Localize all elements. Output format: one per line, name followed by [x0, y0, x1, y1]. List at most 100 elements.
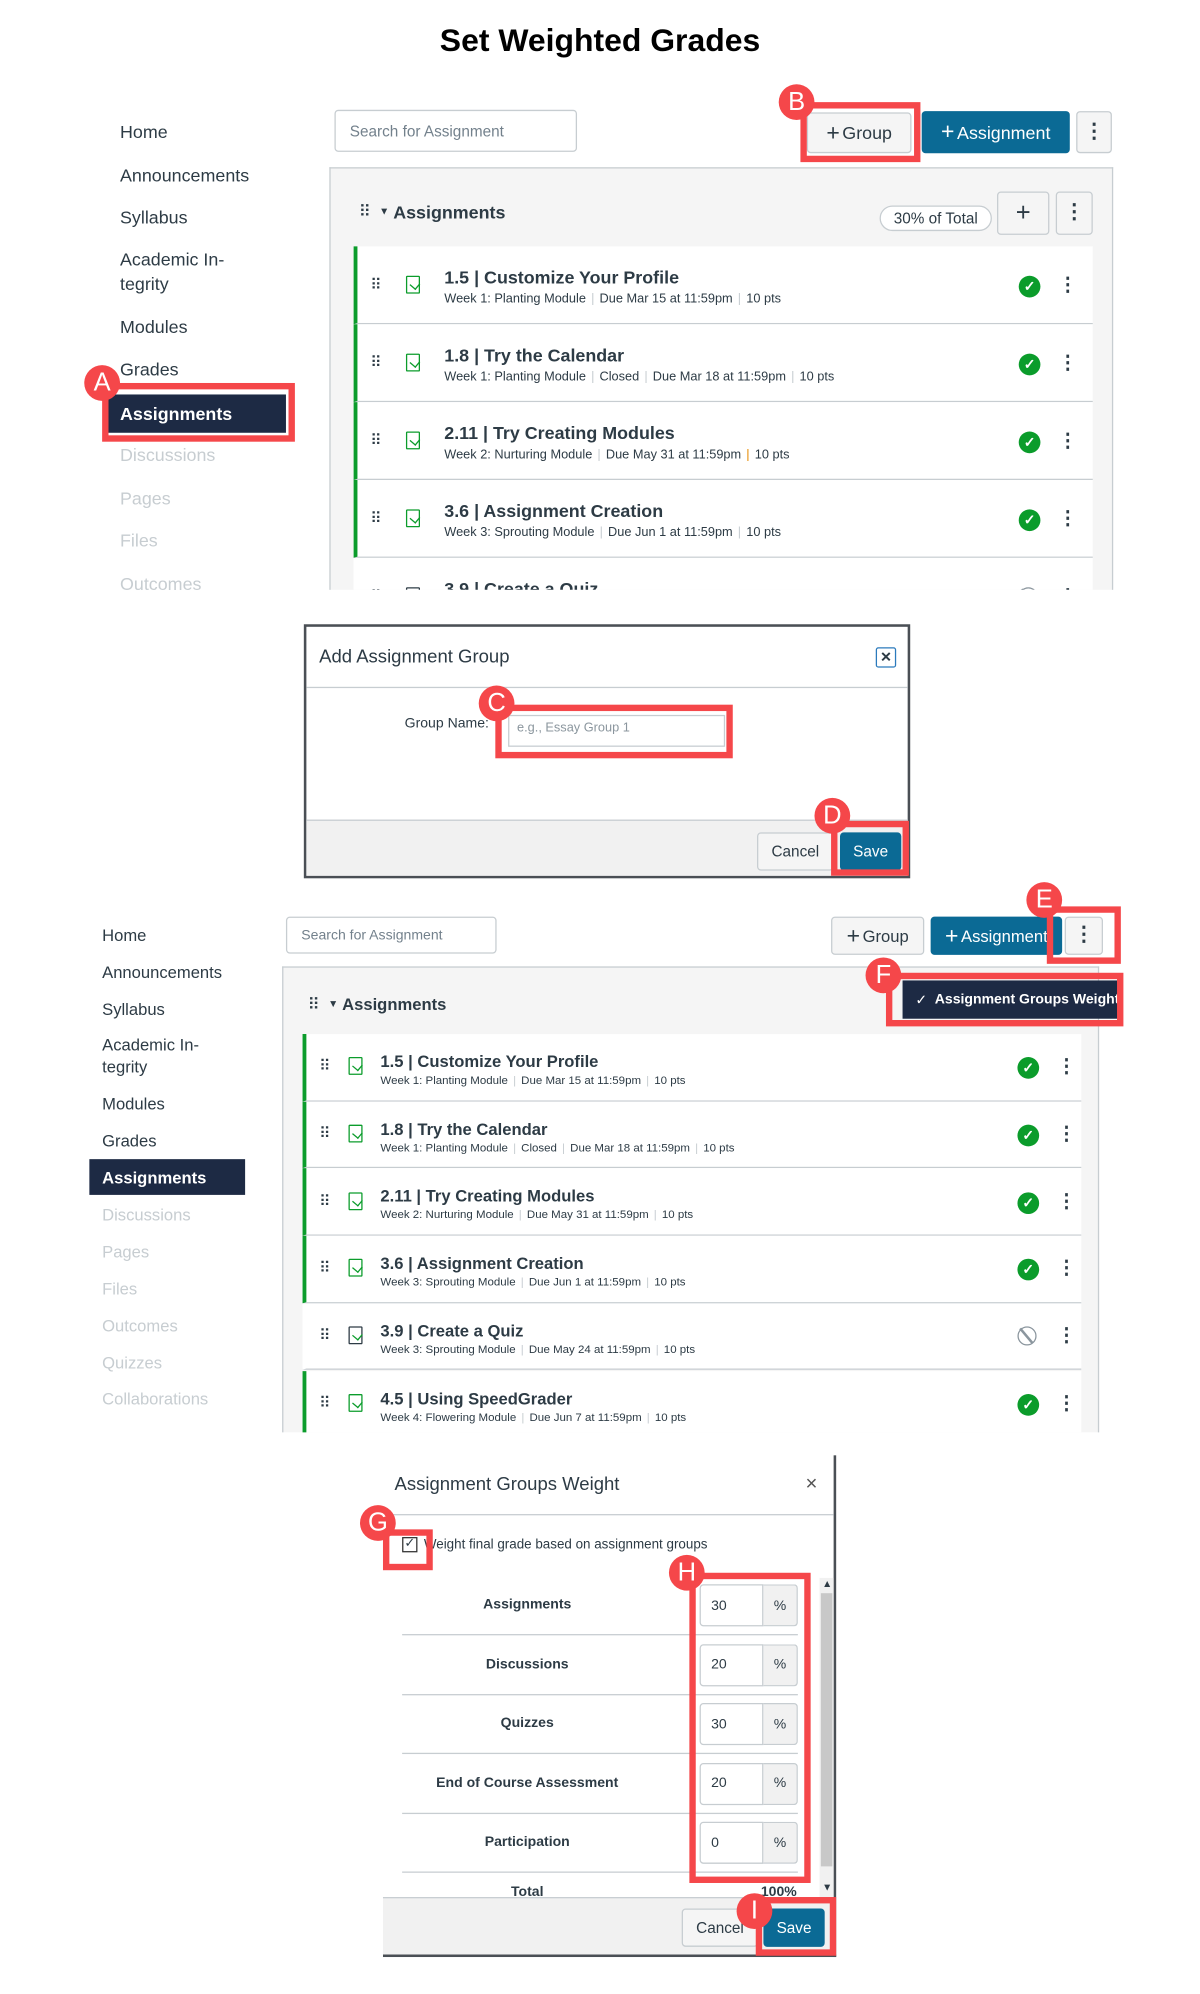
drag-handle-icon[interactable]: ⠿: [319, 1059, 330, 1074]
assignment-title[interactable]: 1.5 | Customize Your Profile: [444, 267, 679, 287]
unpublished-icon[interactable]: [1018, 586, 1038, 590]
close-button[interactable]: ×: [875, 647, 897, 668]
scroll-up-icon[interactable]: ▲: [822, 1578, 832, 1589]
sidebar-item-syllabus[interactable]: Syllabus: [102, 1000, 165, 1019]
scrollbar[interactable]: ▲ ▼: [819, 1577, 834, 1898]
drag-handle-icon[interactable]: ⠿: [359, 202, 371, 222]
sidebar-item-modules[interactable]: Modules: [120, 316, 188, 336]
published-check-icon[interactable]: ✓: [1017, 1393, 1040, 1416]
assignment-title[interactable]: 3.9 | Create a Quiz: [380, 1321, 523, 1340]
published-check-icon[interactable]: ✓: [1018, 508, 1041, 531]
assignment-menu-kebab-icon[interactable]: ⋮: [1057, 1057, 1076, 1076]
assignment-menu-kebab-icon[interactable]: ⋮: [1058, 275, 1077, 294]
drag-handle-icon[interactable]: ⠿: [370, 276, 381, 291]
drag-handle-icon[interactable]: ⠿: [370, 510, 381, 525]
sidebar-item-academic-in[interactable]: Academic In-: [102, 1036, 199, 1055]
collapse-caret-icon[interactable]: ▼: [328, 998, 338, 1009]
group-menu-button[interactable]: ⋮: [1055, 191, 1093, 235]
sidebar-item-modules[interactable]: Modules: [102, 1094, 165, 1113]
sidebar-item-home[interactable]: Home: [102, 926, 146, 945]
assignment-row[interactable]: ⠿ 3.6 | Assignment Creation Week 3: Sprout…: [302, 1235, 1082, 1304]
sidebar-item-tegrity[interactable]: tegrity: [102, 1057, 147, 1076]
assignment-row[interactable]: ⠿3.9 | Create a QuizWeek 3: Sprouting Mo…: [353, 557, 1093, 590]
scroll-thumb[interactable]: [820, 1593, 833, 1867]
scroll-down-icon[interactable]: ▼: [822, 1882, 832, 1893]
add-assignment-button[interactable]: + Assignment: [930, 916, 1063, 955]
drag-handle-icon[interactable]: ⠿: [319, 1193, 330, 1208]
drag-handle-icon[interactable]: ⠿: [370, 588, 381, 590]
published-check-icon[interactable]: ✓: [1018, 275, 1041, 297]
sidebar-item-pages[interactable]: Pages: [120, 487, 171, 507]
assignment-title[interactable]: 1.5 | Customize Your Profile: [380, 1052, 598, 1071]
assignment-row[interactable]: ⠿ 2.11 | Try Creating Modules Week 2: Nurt…: [353, 402, 1093, 481]
published-check-icon[interactable]: ✓: [1018, 430, 1041, 453]
sidebar-item-assignments[interactable]: Assignments: [89, 1159, 246, 1195]
sidebar-item-collaborations[interactable]: Collaborations: [102, 1389, 208, 1408]
assignment-row[interactable]: ⠿ 1.8 | Try the Calendar Week 1: Planting …: [353, 324, 1093, 403]
assignment-row[interactable]: ⠿3.9 | Create a QuizWeek 3: Sprouting Mo…: [302, 1303, 1082, 1371]
sidebar-item-outcomes[interactable]: Outcomes: [120, 573, 201, 593]
unpublished-icon[interactable]: [1017, 1326, 1037, 1346]
sidebar-item-grades[interactable]: Grades: [102, 1131, 156, 1150]
add-group-button[interactable]: + Group: [831, 916, 925, 955]
sidebar-item-academic-in[interactable]: Academic In-: [120, 248, 224, 268]
collapse-caret-icon[interactable]: ▼: [379, 206, 389, 217]
sidebar-item-announcements[interactable]: Announcements: [102, 963, 222, 982]
assignment-title[interactable]: 1.8 | Try the Calendar: [444, 345, 624, 365]
add-assignment-button[interactable]: + Assignment: [921, 111, 1070, 154]
settings-menu-button[interactable]: ⋮: [1076, 111, 1112, 154]
drag-handle-icon[interactable]: ⠿: [319, 1261, 330, 1276]
drag-handle-icon[interactable]: ⠿: [319, 1126, 330, 1141]
sidebar-item-files[interactable]: Files: [120, 529, 158, 549]
search-input[interactable]: Search for Assignment: [285, 916, 497, 954]
drag-handle-icon[interactable]: ⠿: [370, 354, 381, 369]
sidebar-item-home[interactable]: Home: [120, 121, 168, 141]
published-check-icon[interactable]: ✓: [1017, 1124, 1040, 1147]
sidebar-item-grades[interactable]: Grades: [120, 358, 179, 378]
assignment-title[interactable]: 1.8 | Try the Calendar: [380, 1119, 547, 1138]
sidebar-item-quizzes[interactable]: Quizzes: [102, 1353, 162, 1372]
sidebar-item-pages[interactable]: Pages: [102, 1242, 149, 1261]
close-button[interactable]: ×: [806, 1473, 818, 1496]
assignment-title[interactable]: 4.5 | Using SpeedGrader: [380, 1388, 572, 1407]
drag-handle-icon[interactable]: ⠿: [308, 994, 320, 1014]
published-check-icon[interactable]: ✓: [1017, 1057, 1040, 1080]
sidebar-item-files[interactable]: Files: [102, 1279, 137, 1298]
assignment-menu-kebab-icon[interactable]: ⋮: [1058, 509, 1077, 528]
assignment-title[interactable]: 2.11 | Try Creating Modules: [380, 1186, 594, 1205]
assignment-menu-kebab-icon[interactable]: ⋮: [1058, 431, 1077, 450]
published-check-icon[interactable]: ✓: [1017, 1192, 1040, 1214]
assignment-row[interactable]: ⠿ 1.5 | Customize Your Profile Week 1: Pla…: [302, 1034, 1082, 1102]
assignment-title[interactable]: 3.6 | Assignment Creation: [380, 1254, 583, 1273]
sidebar-item-outcomes[interactable]: Outcomes: [102, 1316, 178, 1335]
assignment-title[interactable]: 3.6 | Assignment Creation: [444, 500, 663, 520]
published-check-icon[interactable]: ✓: [1017, 1259, 1040, 1281]
sidebar-item-discussions[interactable]: Discussions: [120, 444, 215, 464]
sidebar-item-discussions[interactable]: Discussions: [102, 1205, 191, 1224]
assignment-row[interactable]: ⠿ 4.5 | Using SpeedGrader Week 4: Flowerin…: [302, 1370, 1082, 1433]
sidebar-item-announcements[interactable]: Announcements: [120, 164, 249, 184]
cancel-button[interactable]: Cancel: [757, 832, 834, 871]
drag-handle-icon[interactable]: ⠿: [319, 1395, 330, 1410]
assignment-row[interactable]: ⠿ 3.6 | Assignment Creation Week 3: Sprout…: [353, 480, 1093, 558]
assignment-menu-kebab-icon[interactable]: ⋮: [1058, 353, 1077, 372]
assignment-menu-kebab-icon[interactable]: ⋮: [1057, 1394, 1076, 1413]
drag-handle-icon[interactable]: ⠿: [370, 432, 381, 447]
assignment-menu-kebab-icon[interactable]: ⋮: [1057, 1192, 1076, 1211]
search-input[interactable]: Search for Assignment: [334, 109, 578, 152]
assignment-menu-kebab-icon[interactable]: ⋮: [1057, 1259, 1076, 1278]
published-check-icon[interactable]: ✓: [1018, 352, 1041, 375]
assignment-title[interactable]: 2.11 | Try Creating Modules: [444, 423, 674, 443]
sidebar-item-tegrity[interactable]: tegrity: [120, 273, 169, 293]
assignment-title[interactable]: 3.9 | Create a Quiz: [444, 578, 598, 589]
assignment-row[interactable]: ⠿ 1.5 | Customize Your Profile Week 1: Pla…: [353, 246, 1093, 325]
drag-handle-icon[interactable]: ⠿: [319, 1328, 330, 1343]
assignment-menu-kebab-icon[interactable]: ⋮: [1057, 1327, 1076, 1346]
assignment-menu-kebab-icon[interactable]: ⋮: [1057, 1125, 1076, 1144]
sidebar-item-syllabus[interactable]: Syllabus: [120, 206, 188, 226]
add-to-group-button[interactable]: +: [997, 191, 1050, 235]
meta-part: Due May 31 at 11:59pm: [526, 1208, 649, 1221]
assignment-row[interactable]: ⠿ 2.11 | Try Creating Modules Week 2: Nurt…: [302, 1168, 1082, 1236]
assignment-menu-kebab-icon[interactable]: ⋮: [1058, 587, 1077, 590]
assignment-row[interactable]: ⠿ 1.8 | Try the Calendar Week 1: Planting …: [302, 1101, 1082, 1169]
